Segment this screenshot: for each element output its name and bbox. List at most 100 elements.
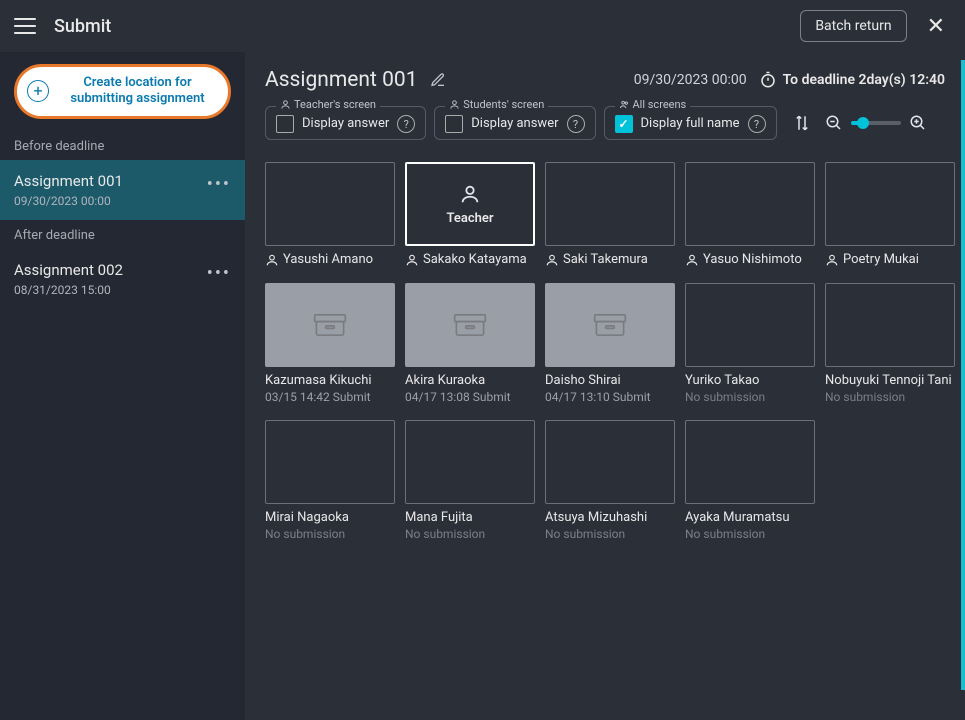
archive-box-icon [453,311,487,339]
zoom-slider[interactable] [851,121,901,125]
submission-thumbnail[interactable]: Teacher [405,162,535,246]
assignment-title: Assignment 001 [265,68,418,92]
submission-thumbnail[interactable] [405,283,535,367]
create-location-label: Create location for submitting assignmen… [57,75,218,108]
submission-card: Teacher Sakako Katayama [405,162,535,267]
person-icon [449,99,460,110]
card-subtext: 04/17 13:10 Submit [545,390,675,404]
submission-thumbnail[interactable] [405,420,535,504]
zoom-in-icon[interactable] [909,114,927,132]
hamburger-menu-icon[interactable] [14,18,36,34]
submission-card: Akira Kuraoka04/17 13:08 Submit [405,283,535,404]
submission-thumbnail[interactable] [265,420,395,504]
all-screens-group: All screens Display full name ? [604,106,777,140]
edit-pencil-icon[interactable] [430,72,446,88]
help-icon[interactable]: ? [397,115,415,133]
due-date: 09/30/2023 00:00 [634,72,747,88]
submission-card: Yasushi Amano [265,162,395,267]
person-icon [545,253,559,267]
students-screen-group: Students' screen Display answer ? [434,106,595,140]
card-name: Daisho Shirai [545,373,621,388]
submissions-grid: Yasushi Amano Teacher Sakako Katayama Saki … [265,162,945,541]
students-display-answer-checkbox[interactable] [445,115,463,133]
help-icon[interactable]: ? [567,115,585,133]
person-icon [405,253,419,267]
submission-card: Mirai NagaokaNo submission [265,420,395,541]
plus-icon: + [27,80,49,102]
submission-thumbnail[interactable] [265,283,395,367]
sidebar: + Create location for submitting assignm… [0,52,245,720]
card-subtext: No submission [825,390,955,404]
card-subtext: No submission [265,527,395,541]
zoom-out-icon[interactable] [825,114,843,132]
card-name: Sakako Katayama [423,252,527,267]
person-icon [280,99,291,110]
submission-card: Mana Fujita No submission [405,420,535,541]
teacher-display-answer-checkbox[interactable] [276,115,294,133]
card-subtext: 03/15 14:42 Submit [265,390,395,404]
assignment-date: 08/31/2023 15:00 [14,283,231,297]
before-deadline-label: Before deadline [0,131,245,160]
person-icon [685,253,699,267]
card-name: Yuriko Takao [685,373,759,388]
submission-card: Saki Takemura [545,162,675,267]
submission-card: Kazumasa Kikuchi 03/15 14:42 Submit [265,283,395,404]
card-name: Akira Kuraoka [405,373,485,388]
sidebar-assignment-002[interactable]: Assignment 002 08/31/2023 15:00 ••• [0,249,245,309]
create-location-button[interactable]: + Create location for submitting assignm… [14,64,231,119]
assignment-name: Assignment 001 [14,172,231,190]
archive-box-icon [593,311,627,339]
card-name: Kazumasa Kikuchi [265,373,372,388]
submission-thumbnail[interactable] [825,283,955,367]
submission-thumbnail[interactable] [685,162,815,246]
submission-thumbnail[interactable] [685,283,815,367]
display-full-name-checkbox[interactable] [615,115,633,133]
help-icon[interactable]: ? [748,115,766,133]
card-name: Nobuyuki Tennoji Tani [825,373,952,388]
card-name: Atsuya Mizuhashi [545,510,647,525]
submission-card: Ayaka Muramatsu No submission [685,420,815,541]
card-subtext: No submission [685,527,815,541]
card-name: Ayaka Muramatsu [685,510,790,525]
deadline-countdown: To deadline 2day(s) 12:40 [759,71,945,89]
person-icon [265,253,279,267]
submission-thumbnail[interactable] [545,283,675,367]
teacher-screen-group: Teacher's screen Display answer ? [265,106,426,140]
card-name: Mana Fujita [405,510,473,525]
teacher-label: Teacher [446,211,493,226]
people-icon [619,99,630,110]
submission-card: Daisho Shirai 04/17 13:10 Submit [545,283,675,404]
main-panel: Assignment 001 09/30/2023 00:00 To deadl… [245,52,965,720]
more-options-icon[interactable]: ••• [207,263,231,284]
more-options-icon[interactable]: ••• [207,174,231,195]
submission-thumbnail[interactable] [545,420,675,504]
after-deadline-label: After deadline [0,220,245,249]
display-answer-label: Display answer [302,116,389,132]
sort-icon[interactable] [793,114,811,132]
display-answer-label: Display answer [471,116,558,132]
assignment-name: Assignment 002 [14,261,231,279]
page-title: Submit [54,16,800,37]
submission-card: Nobuyuki Tennoji Tani No submission [825,283,955,404]
card-subtext: No submission [545,527,675,541]
archive-box-icon [313,311,347,339]
batch-return-button[interactable]: Batch return [800,10,906,42]
submission-card: Atsuya Mizuhashi No submission [545,420,675,541]
close-icon[interactable]: ✕ [921,10,951,43]
card-name: Yasuo Nishimoto [703,252,802,267]
stopwatch-icon [759,71,777,89]
submission-thumbnail[interactable] [685,420,815,504]
submission-thumbnail[interactable] [545,162,675,246]
card-name: Saki Takemura [563,252,648,267]
assignment-date: 09/30/2023 00:00 [14,194,231,208]
card-name: Yasushi Amano [283,252,373,267]
display-full-name-label: Display full name [641,116,740,132]
submission-thumbnail[interactable] [265,162,395,246]
teacher-person-icon [459,183,481,205]
sidebar-assignment-001[interactable]: Assignment 001 09/30/2023 00:00 ••• [0,160,245,220]
submission-card: Yasuo Nishimoto [685,162,815,267]
submission-thumbnail[interactable] [825,162,955,246]
topbar: Submit Batch return ✕ [0,0,965,52]
card-subtext: No submission [405,527,535,541]
scrollbar[interactable] [961,60,965,690]
